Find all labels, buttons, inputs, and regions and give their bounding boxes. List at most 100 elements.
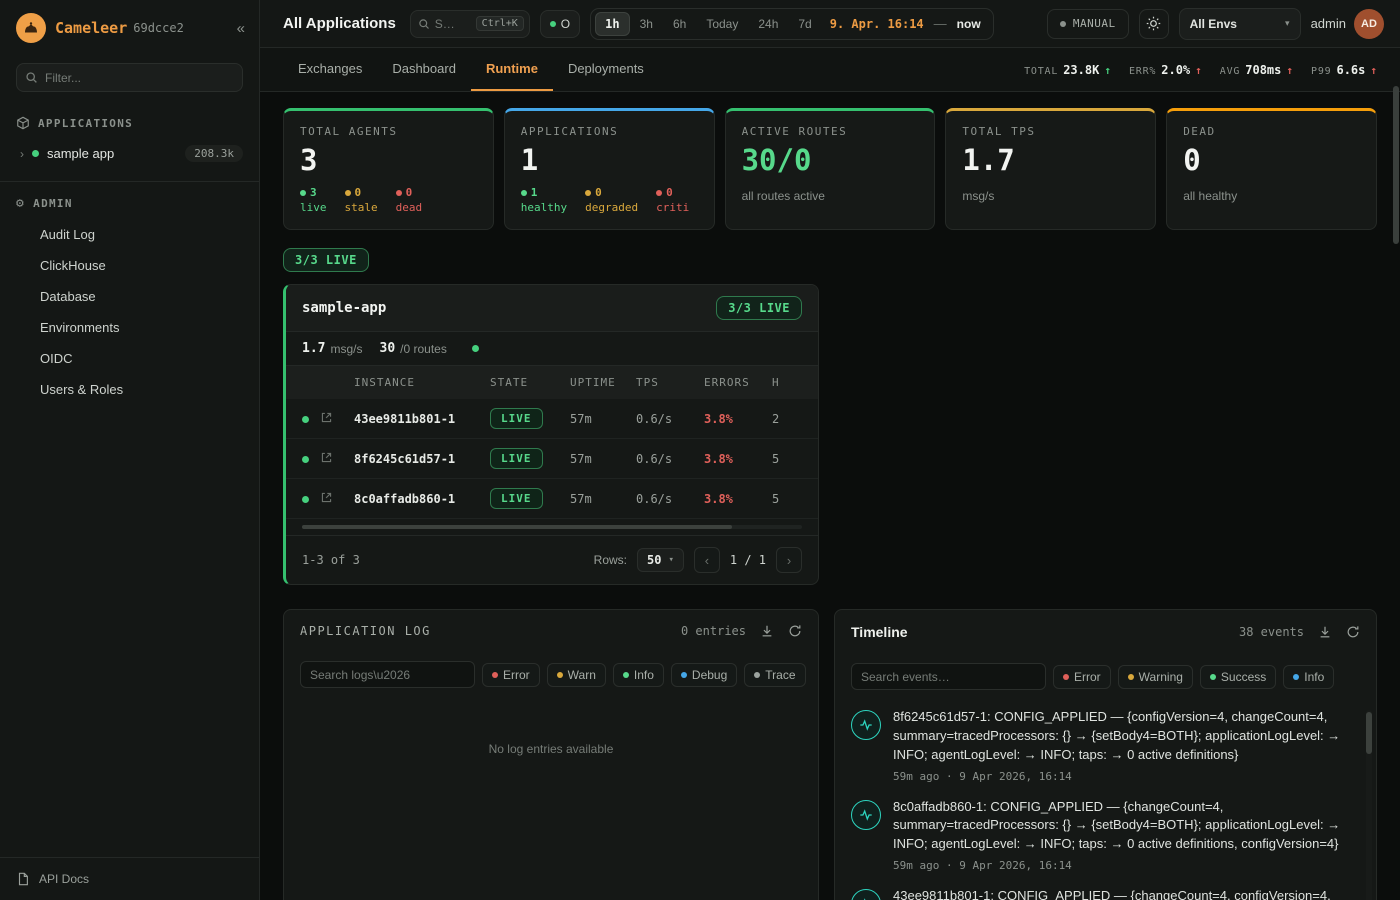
event-text: 8f6245c61d57-1: CONFIG_APPLIED — {config… [893, 708, 1352, 765]
sidebar-item-sample-app[interactable]: › sample app 208.3k [0, 138, 259, 169]
stat-card-total-agents: TOTAL AGENTS 3 3 live 0 stale 0 [283, 108, 494, 230]
log-filter-warn[interactable]: Warn [547, 663, 606, 687]
timeline-filter-info[interactable]: Info [1283, 665, 1334, 689]
timeline-event[interactable]: 43ee9811b801-1: CONFIG_APPLIED — {change… [851, 887, 1352, 900]
timeline-event[interactable]: 8f6245c61d57-1: CONFIG_APPLIED — {config… [851, 708, 1352, 783]
sidebar-collapse-button[interactable]: « [237, 20, 245, 37]
instance-status-dot [302, 496, 309, 503]
instance-id: 43ee9811b801-1 [354, 412, 490, 426]
error-dot [492, 672, 498, 678]
range-separator: — [932, 16, 949, 31]
next-page-button[interactable]: › [776, 547, 802, 573]
routes-value: 30 [380, 341, 396, 356]
scrollbar-thumb[interactable] [1366, 712, 1372, 754]
tab-exchanges[interactable]: Exchanges [283, 48, 377, 91]
breakdown-live: 3 live [300, 186, 327, 214]
tps-unit: msg/s [330, 342, 362, 356]
sidebar-item-database[interactable]: Database [0, 281, 259, 312]
timeline-scrollbar[interactable] [1366, 710, 1372, 900]
state-badge: LIVE [490, 448, 543, 469]
log-filter-info[interactable]: Info [613, 663, 664, 687]
log-filter-debug[interactable]: Debug [671, 663, 737, 687]
table-row[interactable]: 8c0affadb860-1 LIVE 57m 0.6/s 3.8% 5 [286, 479, 819, 519]
time-range-24h[interactable]: 24h [748, 12, 788, 36]
instance-id: 8c0affadb860-1 [354, 492, 490, 506]
horizontal-scrollbar[interactable] [302, 525, 802, 529]
uptime-cell: 57m [570, 452, 636, 466]
breakdown-dead: 0 dead [396, 186, 423, 214]
time-range-3h[interactable]: 3h [630, 12, 663, 36]
sidebar-item-users-roles[interactable]: Users & Roles [0, 374, 259, 405]
refresh-button[interactable] [1346, 625, 1360, 639]
live-status-badge: 3/3 LIVE [716, 296, 802, 320]
range-start-date[interactable]: 9. Apr. 16:14 [822, 17, 932, 31]
col-errors: ERRORS [704, 376, 772, 389]
window-scrollbar[interactable] [1393, 86, 1399, 244]
external-link-icon[interactable] [320, 491, 333, 504]
scrollbar-thumb[interactable] [302, 525, 732, 529]
sidebar-filter-input[interactable] [16, 63, 243, 92]
tab-dashboard[interactable]: Dashboard [377, 48, 471, 91]
timeline-panel: Timeline 38 events Error Warning Success… [834, 609, 1377, 900]
tab-runtime[interactable]: Runtime [471, 48, 553, 91]
time-range-1h[interactable]: 1h [595, 12, 629, 36]
manual-refresh-button[interactable]: MANUAL [1047, 9, 1129, 39]
range-end[interactable]: now [949, 17, 989, 31]
sidebar-item-environments[interactable]: Environments [0, 312, 259, 343]
time-range-6h[interactable]: 6h [663, 12, 696, 36]
cube-icon [16, 116, 30, 130]
errors-cell: 3.8% [704, 452, 772, 466]
log-empty-state: No log entries available [284, 700, 818, 798]
api-docs-link[interactable]: API Docs [0, 857, 259, 900]
log-search-input[interactable] [300, 661, 475, 688]
refresh-button[interactable] [788, 624, 802, 638]
theme-toggle-button[interactable] [1139, 9, 1169, 39]
api-docs-label: API Docs [39, 872, 89, 886]
status-dot-live [32, 150, 39, 157]
external-link-icon[interactable] [320, 451, 333, 464]
breakdown-degraded: 0 degraded [585, 186, 638, 214]
table-row[interactable]: 43ee9811b801-1 LIVE 57m 0.6/s 3.8% 2 [286, 399, 819, 439]
status-dot [300, 190, 306, 196]
sidebar-item-oidc[interactable]: OIDC [0, 343, 259, 374]
timeline-search-input[interactable] [851, 663, 1046, 690]
download-button[interactable] [760, 624, 774, 638]
trace-dot [754, 672, 760, 678]
online-indicator[interactable]: O [540, 10, 580, 38]
trend-up-icon: ↑ [1370, 64, 1377, 77]
log-filter-trace[interactable]: Trace [744, 663, 805, 687]
row-range-text: 1-3 of 3 [302, 553, 360, 567]
status-dot [345, 190, 351, 196]
breakdown-critical: 0 criti [656, 186, 689, 214]
user-menu[interactable]: admin AD [1311, 9, 1384, 39]
global-search-input[interactable] [435, 17, 471, 31]
stat-total: TOTAL 23.8K ↑ [1024, 63, 1111, 77]
tps-cell: 0.6/s [636, 412, 704, 426]
global-search[interactable]: Ctrl+K [410, 10, 530, 38]
time-range-7d[interactable]: 7d [788, 12, 821, 36]
sidebar-item-clickhouse[interactable]: ClickHouse [0, 250, 259, 281]
timeline-filter-success[interactable]: Success [1200, 665, 1276, 689]
timeline-filter-warning[interactable]: Warning [1118, 665, 1193, 689]
table-row[interactable]: 8f6245c61d57-1 LIVE 57m 0.6/s 3.8% 5 [286, 439, 819, 479]
timeline-event[interactable]: 8c0affadb860-1: CONFIG_APPLIED — {change… [851, 798, 1352, 873]
status-dot [521, 190, 527, 196]
timeline-filter-error[interactable]: Error [1053, 665, 1111, 689]
sidebar-item-audit-log[interactable]: Audit Log [0, 219, 259, 250]
download-button[interactable] [1318, 625, 1332, 639]
health-dot [472, 345, 479, 352]
online-dot [550, 21, 556, 27]
chevron-right-icon: › [20, 147, 24, 161]
sidebar-header: Cameleer 69dcce2 « [0, 0, 259, 53]
errors-cell: 3.8% [704, 412, 772, 426]
caret-down-icon: ▾ [668, 555, 673, 565]
rows-per-page-select[interactable]: 50 ▾ [637, 548, 684, 572]
stat-p99: P99 6.6s ↑ [1311, 63, 1377, 77]
prev-page-button[interactable]: ‹ [694, 547, 720, 573]
log-filter-error[interactable]: Error [482, 663, 540, 687]
external-link-icon[interactable] [320, 411, 333, 424]
extra-cell: 5 [772, 492, 819, 506]
time-range-today[interactable]: Today [696, 12, 748, 36]
environment-select[interactable]: All Envs ▾ [1179, 8, 1301, 40]
tab-deployments[interactable]: Deployments [553, 48, 659, 91]
